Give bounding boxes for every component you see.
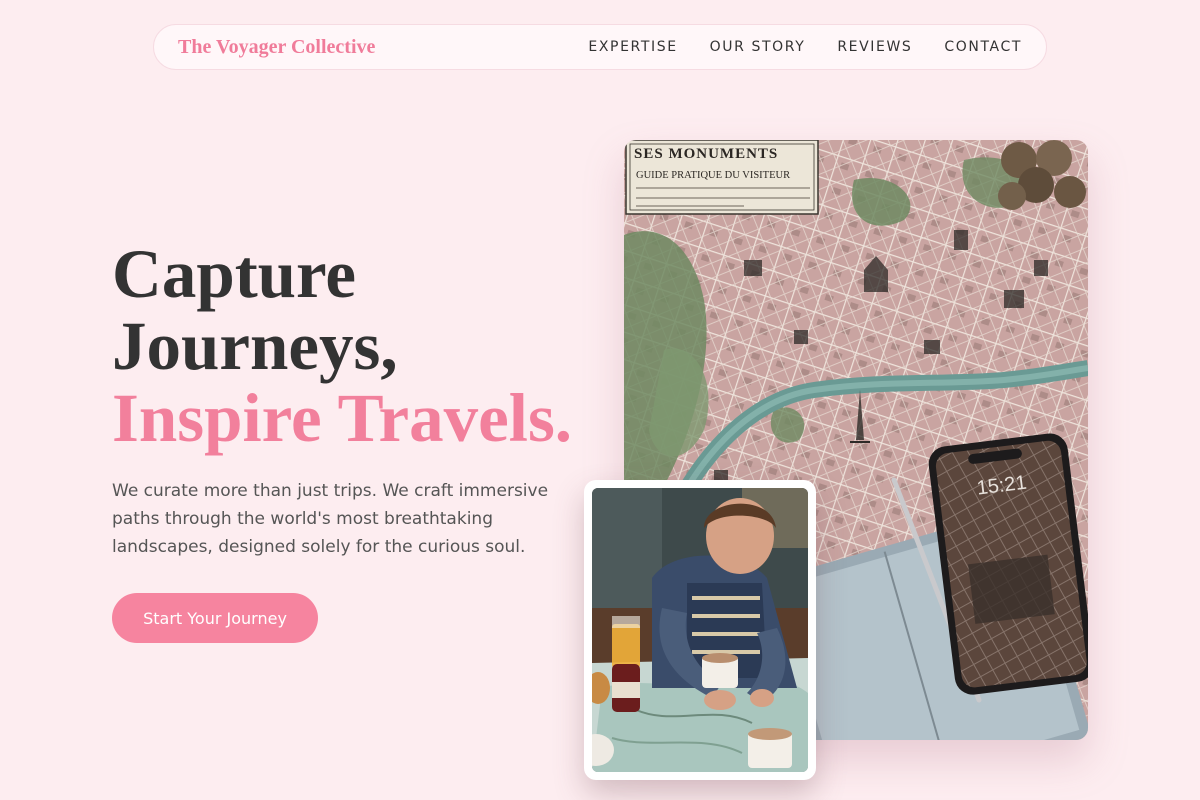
nav-links: EXPERTISE OUR STORY REVIEWS CONTACT (588, 39, 1022, 55)
hero-title-line-1: Capture (112, 236, 357, 312)
map-subheader-text: GUIDE PRATIQUE DU VISITEUR (636, 170, 790, 181)
top-navigation: The Voyager Collective EXPERTISE OUR STO… (153, 24, 1047, 70)
map-header-text: SES MONUMENTS (634, 146, 778, 162)
brand-logo[interactable]: The Voyager Collective (178, 36, 375, 59)
nav-link-expertise[interactable]: EXPERTISE (588, 39, 677, 55)
hero-description: We curate more than just trips. We craft… (112, 481, 549, 557)
hero-title-accent: Inspire Travels. (112, 380, 573, 456)
nav-link-contact[interactable]: CONTACT (944, 39, 1022, 55)
start-journey-button[interactable]: Start Your Journey (112, 593, 318, 643)
hero-title: Capture Journeys, Inspire Travels. (112, 238, 572, 454)
traveler-photo-frame (584, 480, 816, 780)
nav-link-reviews[interactable]: REVIEWS (837, 39, 912, 55)
nav-link-our-story[interactable]: OUR STORY (710, 39, 806, 55)
hero-title-line-2: Journeys, (112, 308, 398, 384)
traveler-photo (592, 488, 808, 772)
